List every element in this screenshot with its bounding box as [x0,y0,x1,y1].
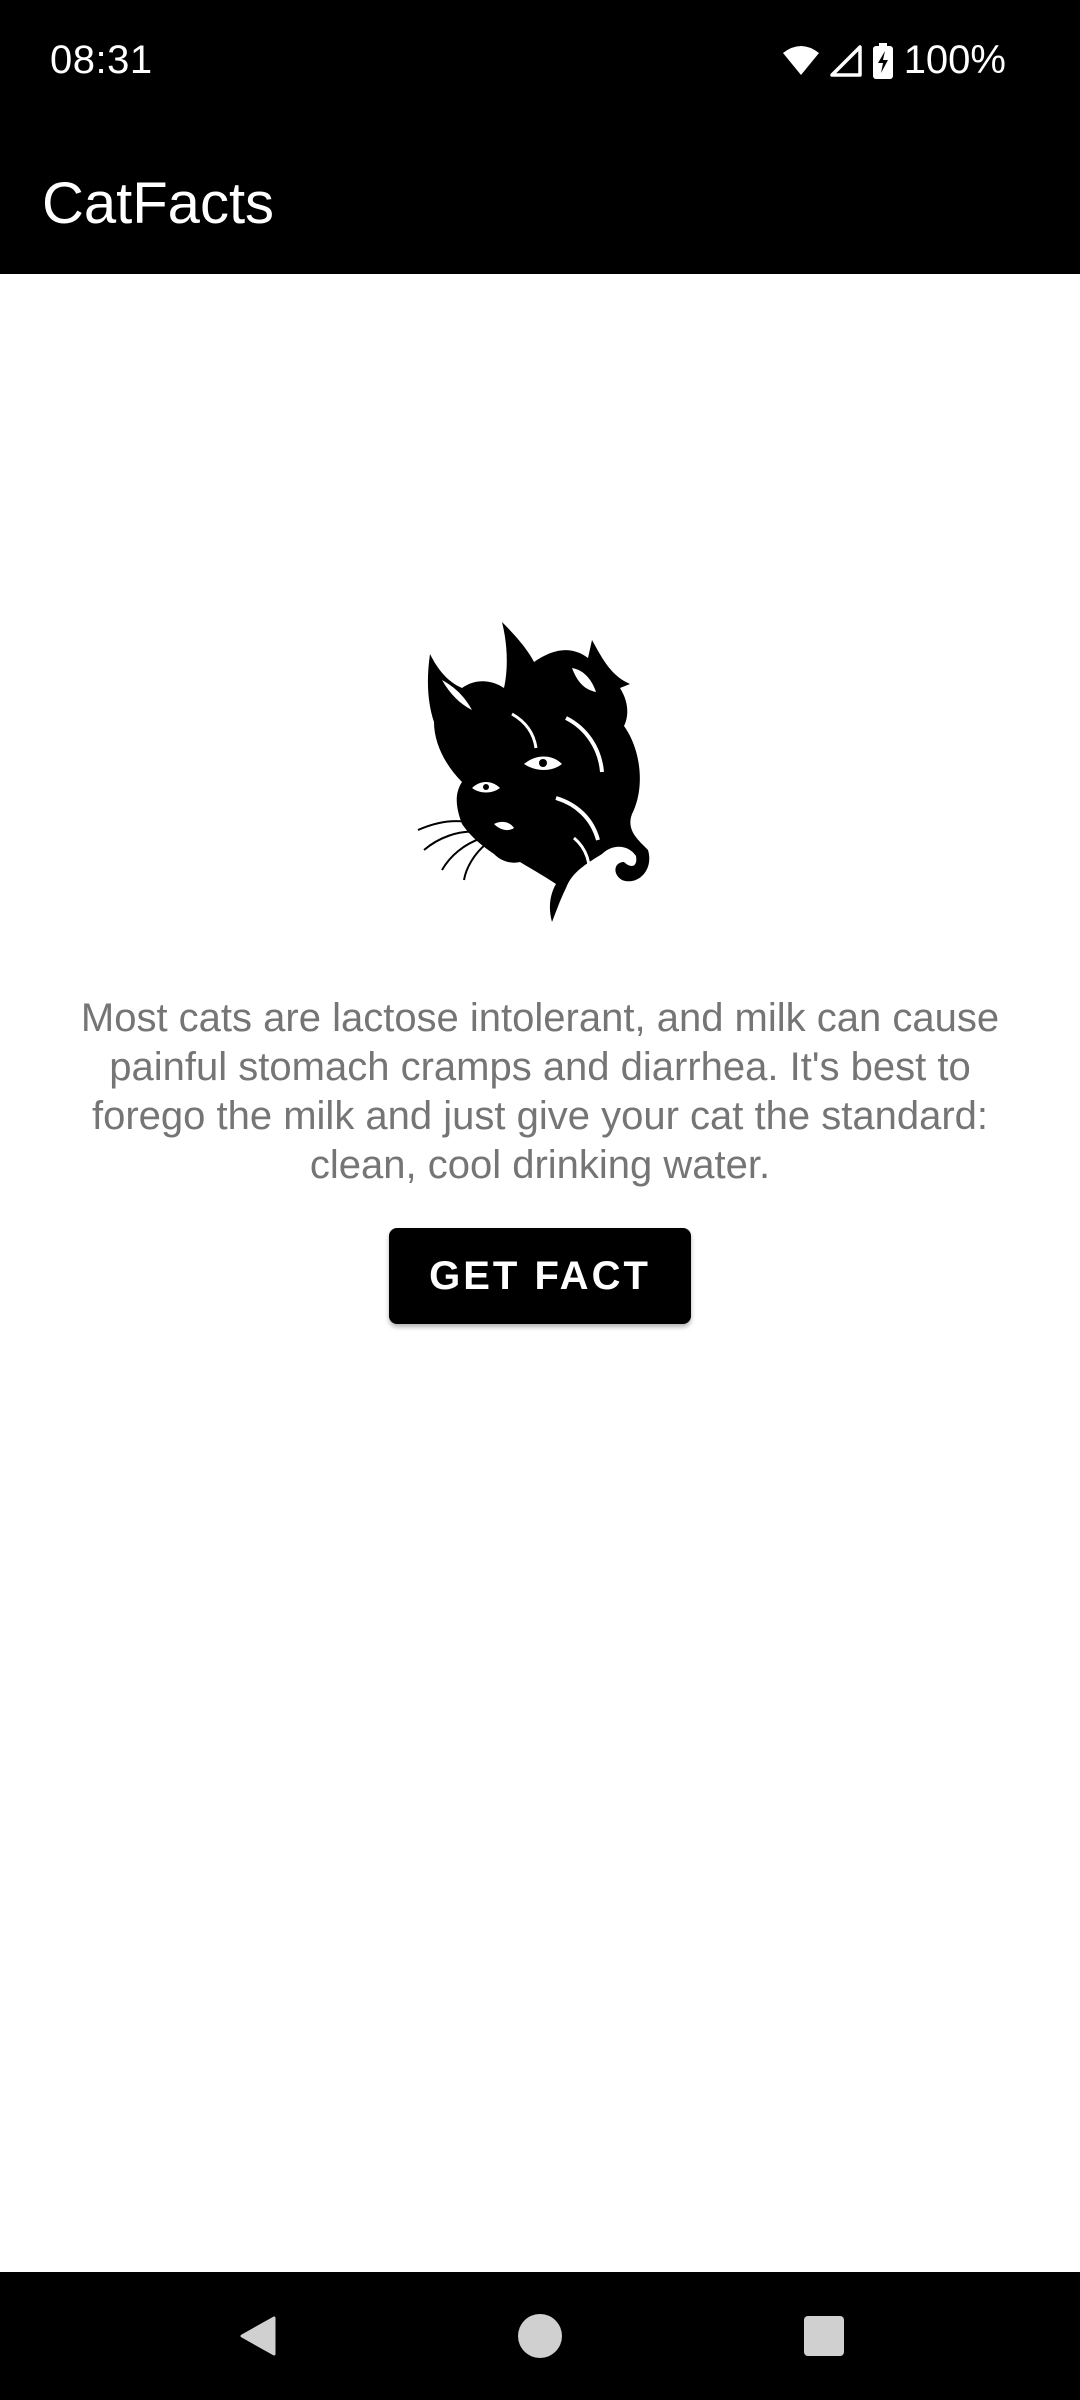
status-time: 08:31 [50,38,153,82]
recents-icon[interactable] [800,2312,848,2360]
back-icon[interactable] [234,2312,282,2360]
navigation-bar [0,2272,1080,2400]
app-title: CatFacts [42,171,275,236]
status-bar: 08:31 100% [0,0,1080,128]
main-content: Most cats are lactose intolerant, and mi… [0,274,1080,2272]
home-icon[interactable] [516,2312,564,2360]
cat-fact-text: Most cats are lactose intolerant, and mi… [80,996,1000,1187]
status-icons: 100% [782,38,1006,83]
cell-signal-icon [829,44,862,77]
battery-percent: 100% [903,38,1006,82]
wifi-icon [782,45,820,77]
battery-charging-icon [872,42,894,79]
cat-head-illustration [416,618,656,928]
app-bar: CatFacts [0,128,1080,274]
get-fact-button[interactable]: GET FACT [389,1228,691,1324]
